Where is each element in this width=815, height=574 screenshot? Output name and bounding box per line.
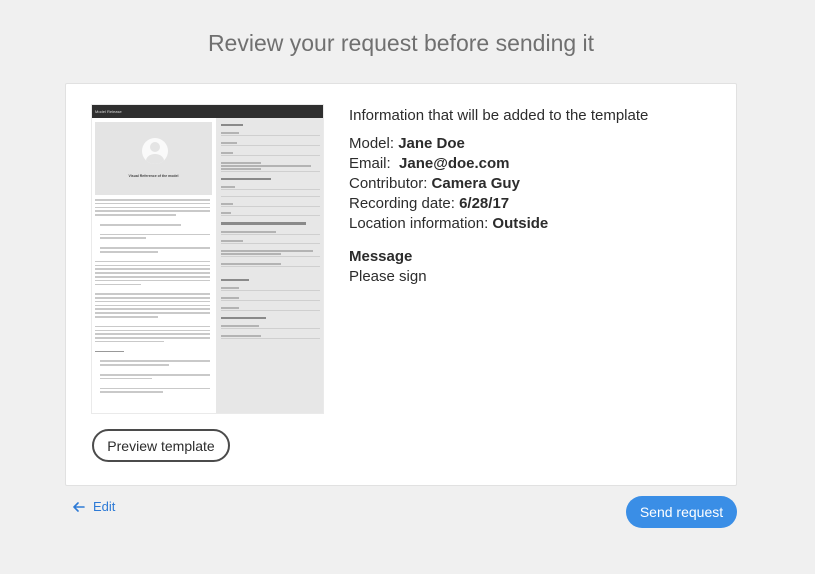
review-card: Model Release Visual Reference of the mo… <box>65 83 737 486</box>
template-thumbnail-form-column <box>216 118 323 413</box>
template-thumbnail-left-column: Visual Reference of the model <box>92 118 216 413</box>
template-photo-placeholder: Visual Reference of the model <box>95 122 212 195</box>
edit-link-label: Edit <box>93 499 116 514</box>
preview-template-button[interactable]: Preview template <box>92 429 230 462</box>
location-value: Outside <box>492 215 549 232</box>
template-thumbnail-header: Model Release <box>92 105 323 118</box>
avatar-placeholder-icon <box>142 138 168 164</box>
info-row-location: Location information: Outside <box>349 215 549 232</box>
email-value: Jane@doe.com <box>399 155 510 172</box>
send-request-button[interactable]: Send request <box>626 496 737 528</box>
info-row-contributor: Contributor: Camera Guy <box>349 175 520 192</box>
info-heading: Information that will be added to the te… <box>349 107 649 124</box>
message-body: Please sign <box>349 268 427 285</box>
template-photo-caption: Visual Reference of the model <box>128 174 179 178</box>
request-info: Information that will be added to the te… <box>349 106 719 287</box>
model-value: Jane Doe <box>398 135 465 152</box>
info-row-recording-date: Recording date: 6/28/17 <box>349 195 510 212</box>
arrow-left-icon <box>73 501 85 512</box>
page-title: Review your request before sending it <box>207 30 595 56</box>
template-thumbnail: Model Release Visual Reference of the mo… <box>91 104 324 414</box>
recording-date-value: 6/28/17 <box>459 195 510 212</box>
info-row-model: Model: Jane Doe <box>349 135 465 152</box>
edit-link[interactable]: Edit <box>73 499 115 514</box>
message-heading: Message <box>349 248 413 265</box>
info-row-email: Email: Jane@doe.com <box>349 155 510 172</box>
template-body-text <box>92 195 216 393</box>
contributor-value: Camera Guy <box>431 175 520 192</box>
